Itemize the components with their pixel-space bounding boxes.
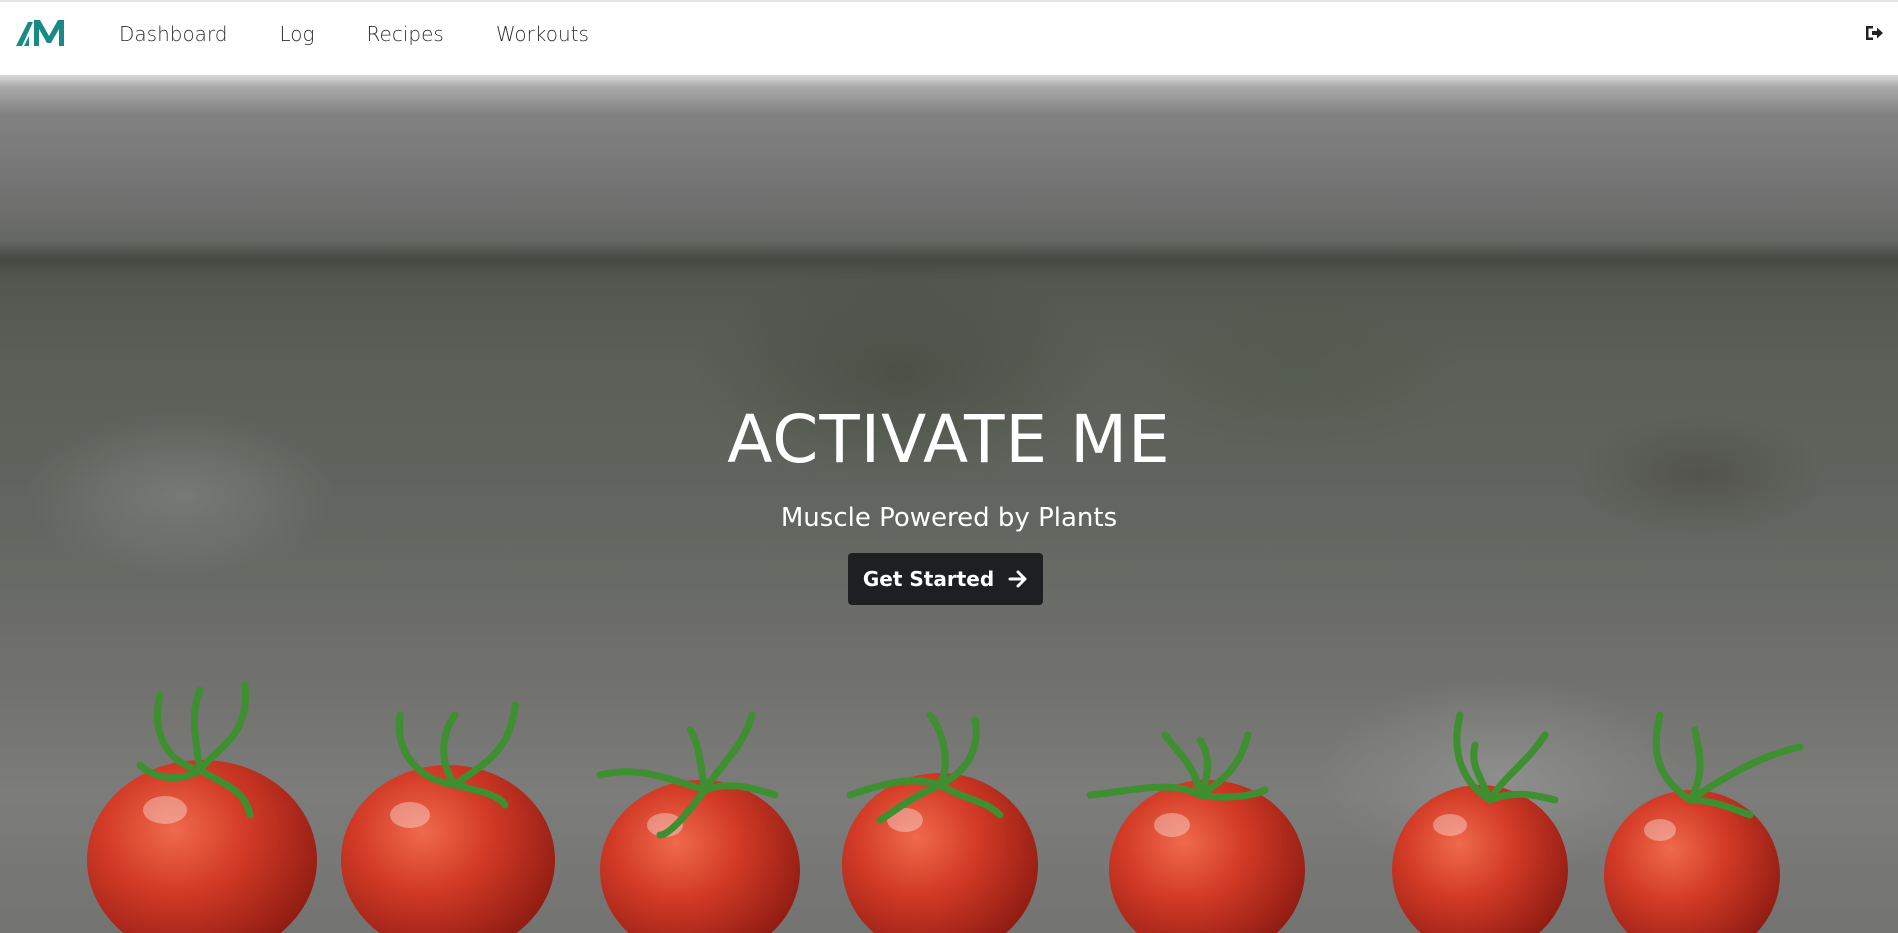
nav-dashboard[interactable]: Dashboard [119,20,228,48]
get-started-button[interactable]: Get Started [848,553,1043,605]
hero-section: ACTIVATE ME Muscle Powered by Plants Get… [0,75,1898,933]
nav-workouts[interactable]: Workouts [496,20,589,48]
hero-subtitle: Muscle Powered by Plants [780,503,1118,533]
main-nav: Dashboard Log Recipes Workouts [119,20,641,48]
nav-recipes[interactable]: Recipes [367,20,444,48]
tomato [1604,711,1804,933]
top-navbar: Dashboard Log Recipes Workouts [0,0,1898,75]
tomato [87,681,317,933]
tomato [1086,731,1305,933]
hero-title: ACTIVATE ME [727,401,1171,478]
nav-log[interactable]: Log [280,20,315,48]
sign-out-icon[interactable] [1864,24,1884,42]
tomato [1392,711,1568,933]
tomato [596,711,800,933]
tomato [341,701,555,933]
brand-logo[interactable] [16,16,70,48]
tomato [842,711,1038,933]
get-started-label: Get Started [862,567,995,591]
arrow-right-icon [1008,570,1027,588]
